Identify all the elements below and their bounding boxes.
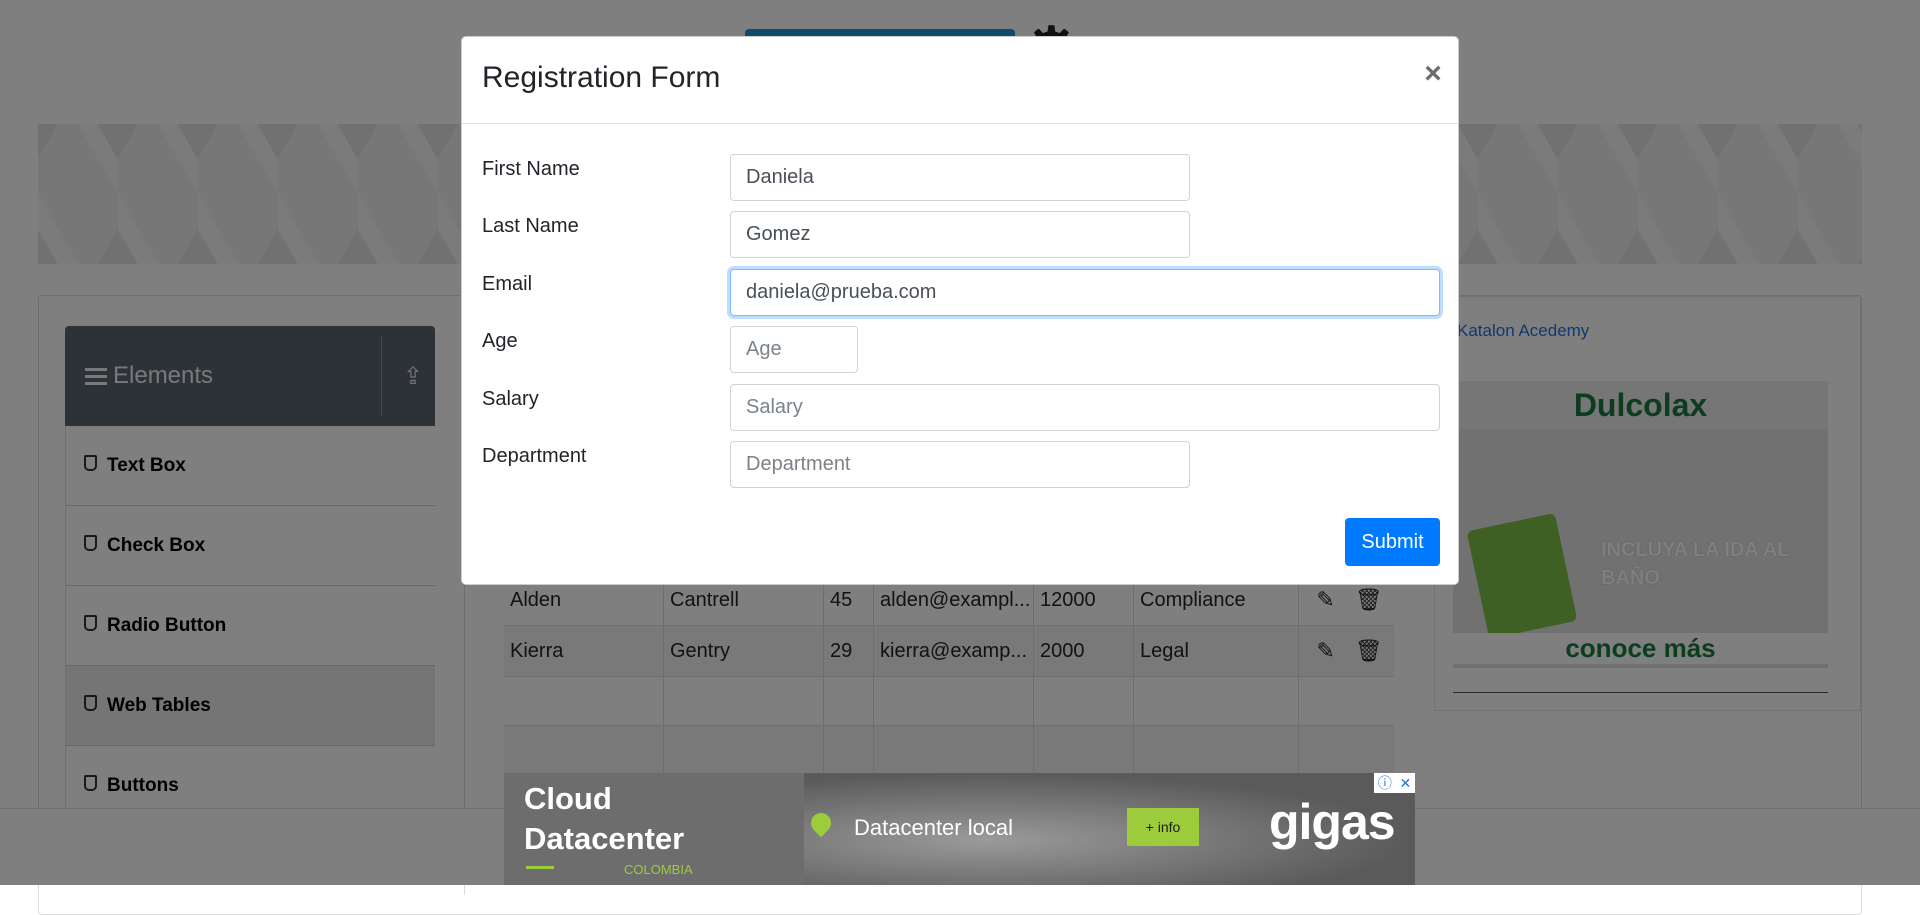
ad-country: COLOMBIA	[624, 862, 693, 877]
ad-brand-logo: gigas	[1269, 794, 1396, 850]
age-row: Age	[482, 326, 1442, 374]
first-name-label: First Name	[482, 158, 580, 180]
ad-title-line1: Cloud	[524, 781, 612, 816]
age-label: Age	[482, 330, 518, 352]
salary-input[interactable]	[730, 384, 1440, 431]
ad-accent-line	[526, 866, 554, 869]
last-name-label: Last Name	[482, 215, 579, 237]
bottom-advertisement[interactable]: Cloud Datacenter COLOMBIA Datacenter loc…	[504, 773, 1415, 885]
close-icon[interactable]: ✕	[1399, 775, 1411, 792]
last-name-input[interactable]	[730, 211, 1190, 258]
modal-header: Registration Form ×	[462, 37, 1458, 124]
modal-title: Registration Form	[482, 61, 721, 94]
ad-title-line2: Datacenter	[524, 821, 685, 856]
department-row: Department	[482, 441, 1442, 489]
registration-modal: Registration Form × First Name Last Name…	[461, 36, 1459, 585]
close-icon[interactable]: ×	[1418, 57, 1448, 91]
email-label: Email	[482, 273, 533, 295]
ad-info-button[interactable]: + info	[1127, 808, 1199, 846]
salary-label: Salary	[482, 388, 539, 410]
submit-button[interactable]: Submit	[1345, 518, 1440, 566]
ad-title: Cloud Datacenter	[524, 779, 684, 859]
department-label: Department	[482, 445, 587, 467]
last-name-row: Last Name	[482, 211, 1442, 259]
email-row: Email	[482, 269, 1442, 317]
ad-info-icon[interactable]: ⓘ	[1378, 773, 1392, 793]
department-input[interactable]	[730, 441, 1190, 488]
salary-row: Salary	[482, 384, 1442, 432]
ad-location: Datacenter local	[854, 815, 1013, 840]
email-input[interactable]	[730, 269, 1440, 316]
ad-close-controls[interactable]: ⓘ ✕	[1374, 773, 1415, 793]
first-name-row: First Name	[482, 154, 1442, 202]
age-input[interactable]	[730, 326, 858, 373]
first-name-input[interactable]	[730, 154, 1190, 201]
